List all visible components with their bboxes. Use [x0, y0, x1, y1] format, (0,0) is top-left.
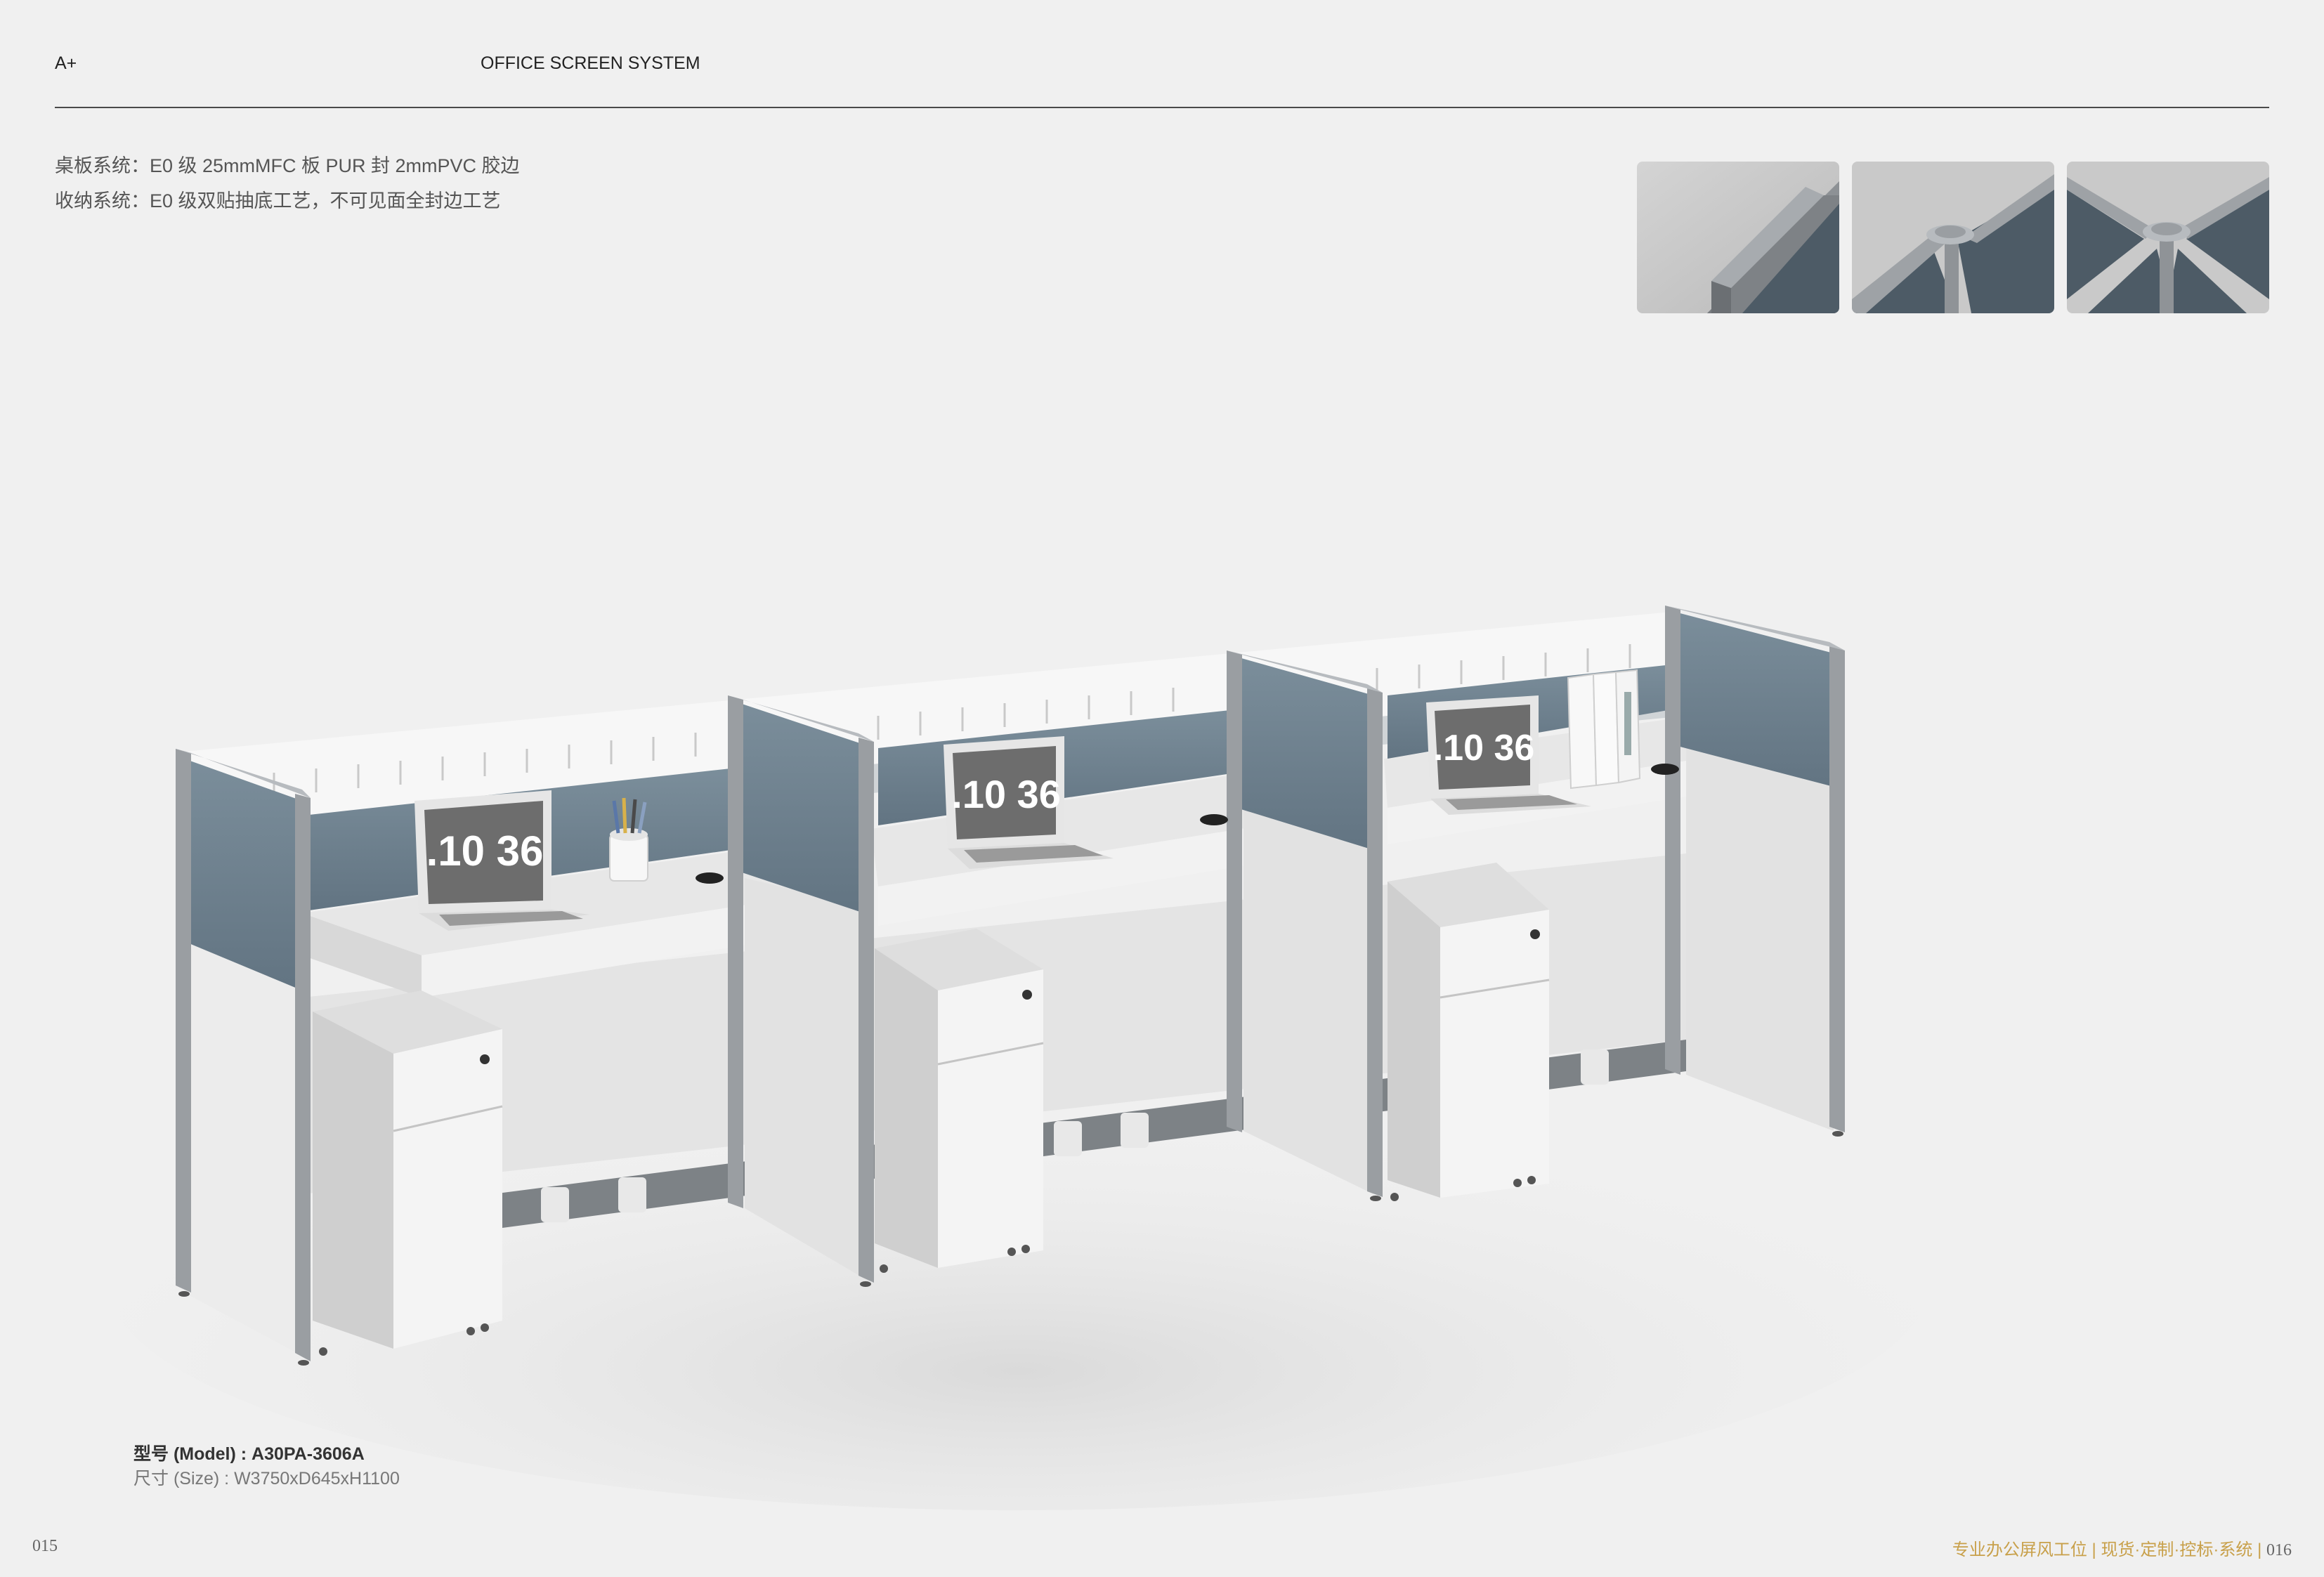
books: [1567, 669, 1641, 790]
laptop-2-screen-text: .10 36: [951, 772, 1061, 816]
end-panel-right: [1686, 745, 1834, 1131]
mobile-pedestal-3: [1388, 863, 1550, 1198]
footer-tags: 现货·定制·控标·系统: [2101, 1540, 2253, 1559]
laptop-1-screen-text: .10 36: [426, 827, 544, 875]
mobile-pedestal-1: [313, 990, 503, 1349]
page-number-left: 015: [32, 1537, 58, 1555]
page-number-right: 016: [2266, 1541, 2292, 1559]
end-panel-left: [184, 941, 302, 1356]
product-size: 尺寸 (Size) : W3750xD645xH1100: [133, 1469, 400, 1488]
workstation-illustration: .10 36 .10 36 .10 36: [105, 606, 1932, 1510]
mobile-pedestal-2: [875, 929, 1044, 1268]
footer-tagline: 专业办公屏风工位: [1952, 1540, 2087, 1559]
laptop-3-screen-text: .10 36: [1433, 728, 1535, 768]
product-model: 型号 (Model) : A30PA-3606A: [133, 1444, 365, 1464]
footer-tagline-bar: 专业办公屏风工位 | 现货·定制·控标·系统 | 016: [1952, 1540, 2292, 1559]
